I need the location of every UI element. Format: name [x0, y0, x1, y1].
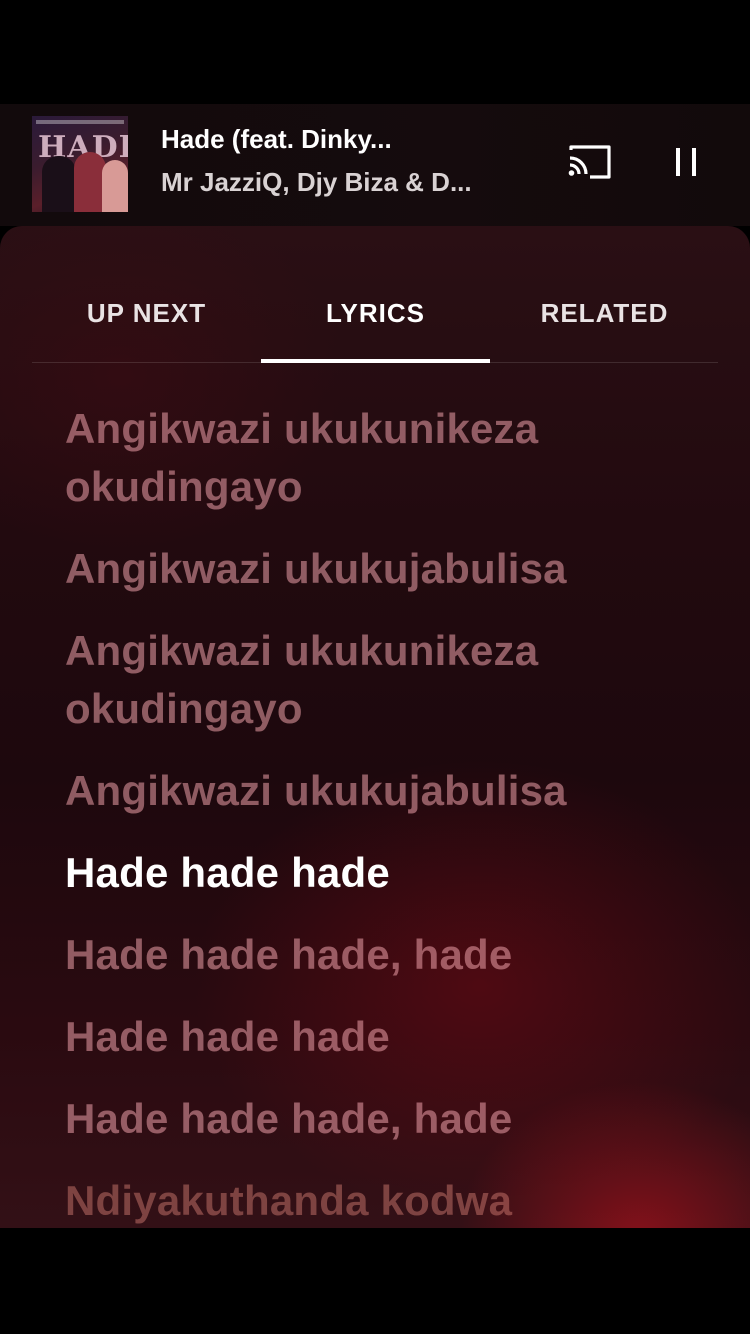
- status-bar-area: [0, 0, 750, 104]
- cast-button[interactable]: [566, 142, 614, 182]
- lyrics-list[interactable]: Angikwazi ukukunikeza okudingayo Angikwa…: [65, 400, 705, 1228]
- cast-icon: [568, 145, 611, 179]
- lyric-line[interactable]: Angikwazi ukukunikeza okudingayo: [65, 622, 705, 738]
- track-title[interactable]: Hade (feat. Dinky...: [161, 124, 541, 155]
- current-lyric-line[interactable]: Hade hade hade: [65, 844, 705, 902]
- album-art-figure: [102, 160, 128, 212]
- lyric-line[interactable]: Angikwazi ukukunikeza okudingayo: [65, 400, 705, 516]
- tab-bar: UP NEXT LYRICS RELATED: [32, 286, 718, 362]
- album-art-figure: [42, 156, 76, 212]
- music-player-screen: HADE Hade (feat. Dinky... Mr JazziQ, Djy…: [0, 0, 750, 1334]
- album-art-topline: [36, 120, 124, 124]
- lyrics-panel: UP NEXT LYRICS RELATED Angikwazi ukukuni…: [0, 226, 750, 1228]
- pause-button[interactable]: [666, 142, 706, 186]
- mini-player[interactable]: HADE Hade (feat. Dinky... Mr JazziQ, Djy…: [0, 104, 750, 226]
- lyric-line[interactable]: Hade hade hade: [65, 1008, 705, 1066]
- lyric-line[interactable]: Angikwazi ukukujabulisa: [65, 762, 705, 820]
- tab-related[interactable]: RELATED: [490, 298, 719, 329]
- tab-lyrics[interactable]: LYRICS: [261, 298, 490, 329]
- lyric-line[interactable]: Angikwazi ukukujabulisa: [65, 540, 705, 598]
- active-tab-indicator: [261, 359, 490, 363]
- album-art[interactable]: HADE: [32, 116, 128, 212]
- track-artist[interactable]: Mr JazziQ, Djy Biza & D...: [161, 167, 541, 198]
- lyric-line[interactable]: Hade hade hade, hade: [65, 926, 705, 984]
- tab-up-next[interactable]: UP NEXT: [32, 298, 261, 329]
- lyric-line[interactable]: Ndiyakuthanda kodwa: [65, 1172, 705, 1228]
- lyric-line[interactable]: Hade hade hade, hade: [65, 1090, 705, 1148]
- bottom-area: [0, 1228, 750, 1334]
- pause-icon: [676, 148, 696, 176]
